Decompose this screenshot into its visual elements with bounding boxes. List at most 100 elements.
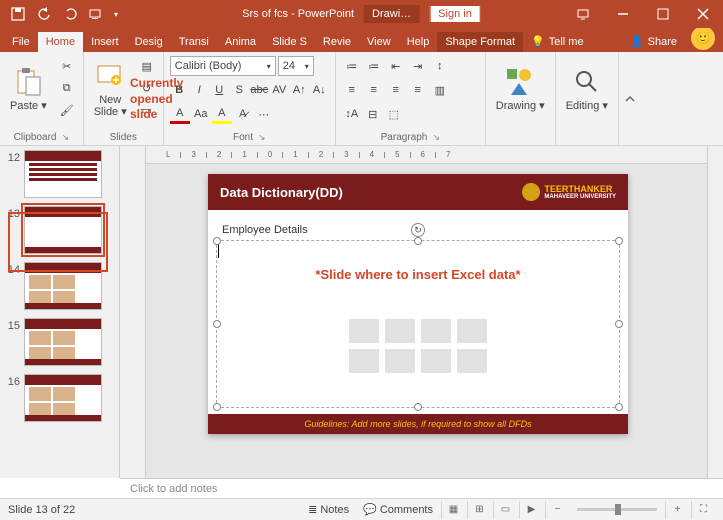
slide-thumb-12[interactable]: [24, 150, 102, 198]
tab-file[interactable]: File: [4, 32, 38, 52]
start-from-beginning-icon[interactable]: [84, 3, 108, 25]
resize-handle[interactable]: [615, 320, 623, 328]
font-size-selector[interactable]: 24▾: [278, 56, 314, 76]
slide-thumb-15[interactable]: [24, 318, 102, 366]
fit-to-window-icon[interactable]: ⛶: [691, 501, 715, 519]
align-text-button[interactable]: ⊟: [363, 104, 383, 124]
font-launcher-icon[interactable]: ↘: [258, 132, 266, 143]
qat-dropdown-icon[interactable]: ▾: [110, 3, 122, 25]
slide-thumb-16[interactable]: [24, 374, 102, 422]
drawing-button[interactable]: Drawing ▾: [492, 56, 549, 122]
line-spacing-button[interactable]: ↕: [430, 56, 450, 76]
insert-table-icon[interactable]: [349, 319, 379, 343]
zoom-out-button[interactable]: −: [545, 501, 569, 519]
feedback-smiley-icon[interactable]: 🙂: [691, 26, 715, 50]
maximize-icon[interactable]: [643, 0, 683, 28]
normal-view-icon[interactable]: ▦: [441, 501, 465, 519]
sign-in-button[interactable]: Sign in: [429, 5, 481, 23]
tab-animations[interactable]: Anima: [217, 32, 264, 52]
tab-view[interactable]: View: [359, 32, 399, 52]
resize-handle[interactable]: [213, 320, 221, 328]
collapse-ribbon-icon[interactable]: [618, 52, 642, 145]
insert-video-icon[interactable]: [421, 349, 451, 373]
columns-button[interactable]: ▥: [430, 80, 450, 100]
editing-button[interactable]: Editing ▾: [562, 56, 612, 122]
insert-picture-icon[interactable]: [349, 349, 379, 373]
slide-thumb-13[interactable]: [24, 206, 102, 254]
insert-3d-icon[interactable]: [457, 319, 487, 343]
zoom-slider-thumb[interactable]: [615, 504, 621, 515]
slide-thumb-14[interactable]: [24, 262, 102, 310]
reading-view-icon[interactable]: ▭: [493, 501, 517, 519]
paste-button[interactable]: Paste ▾: [6, 56, 51, 122]
increase-indent-button[interactable]: ⇥: [408, 56, 428, 76]
minimize-icon[interactable]: [603, 0, 643, 28]
vertical-scrollbar[interactable]: [707, 146, 723, 478]
clipboard-launcher-icon[interactable]: ↘: [61, 132, 69, 143]
horizontal-ruler[interactable]: L 32101234567: [146, 146, 707, 164]
insert-smartart-icon[interactable]: [421, 319, 451, 343]
resize-handle[interactable]: [414, 403, 422, 411]
tab-slideshow[interactable]: Slide S: [264, 32, 315, 52]
spacing-button[interactable]: AV: [270, 80, 289, 100]
ribbon-options-icon[interactable]: [563, 0, 603, 28]
sorter-view-icon[interactable]: ⊞: [467, 501, 491, 519]
notes-pane[interactable]: Click to add notes: [120, 478, 723, 498]
content-type-icons[interactable]: [349, 319, 487, 373]
undo-icon[interactable]: [32, 3, 56, 25]
format-painter-icon[interactable]: 🖌: [57, 100, 77, 120]
tab-review[interactable]: Revie: [315, 32, 359, 52]
drawing-tools-label[interactable]: Drawi…: [364, 5, 419, 23]
resize-handle[interactable]: [615, 237, 623, 245]
zoom-in-button[interactable]: +: [665, 501, 689, 519]
tab-home[interactable]: Home: [38, 32, 83, 52]
comments-toggle[interactable]: 💬 Comments: [357, 501, 439, 518]
underline-button[interactable]: U: [210, 80, 229, 100]
new-slide-button[interactable]: New Slide ▾: [90, 56, 131, 122]
vertical-ruler[interactable]: [120, 146, 146, 478]
save-icon[interactable]: [6, 3, 30, 25]
resize-handle[interactable]: [615, 403, 623, 411]
italic-button[interactable]: I: [190, 80, 209, 100]
change-case-button[interactable]: Aa: [191, 104, 211, 124]
layout-icon[interactable]: ▤: [137, 56, 157, 76]
align-left-button[interactable]: ≡: [342, 80, 362, 100]
slide-body[interactable]: Employee Details ↻ *Slide where to inser…: [208, 210, 628, 414]
tab-shape-format[interactable]: Shape Format: [437, 32, 523, 52]
slideshow-view-icon[interactable]: ▶: [519, 501, 543, 519]
decrease-font-icon[interactable]: A↓: [310, 80, 329, 100]
decrease-indent-button[interactable]: ⇤: [386, 56, 406, 76]
current-slide[interactable]: Data Dictionary(DD) TEERTHANKER MAHAVEER…: [208, 174, 628, 434]
increase-font-icon[interactable]: A↑: [290, 80, 309, 100]
align-right-button[interactable]: ≡: [386, 80, 406, 100]
share-button[interactable]: 👤 Share: [620, 31, 687, 52]
notes-toggle[interactable]: ≣ Notes: [302, 501, 355, 518]
close-icon[interactable]: [683, 0, 723, 28]
clear-format-button[interactable]: A̷: [233, 104, 253, 124]
rotate-handle-icon[interactable]: ↻: [411, 223, 425, 237]
tab-design[interactable]: Desig: [127, 32, 171, 52]
tab-help[interactable]: Help: [399, 32, 438, 52]
highlight-button[interactable]: A: [212, 104, 232, 124]
slide-counter[interactable]: Slide 13 of 22: [8, 504, 75, 516]
resize-handle[interactable]: [213, 237, 221, 245]
justify-button[interactable]: ≡: [408, 80, 428, 100]
resize-handle[interactable]: [213, 403, 221, 411]
tab-insert[interactable]: Insert: [83, 32, 127, 52]
insert-online-picture-icon[interactable]: [385, 349, 415, 373]
tell-me[interactable]: 💡 Tell me: [523, 31, 592, 52]
slide-thumbnails-panel[interactable]: 12 13 14 15: [0, 146, 120, 478]
numbering-button[interactable]: ≔: [364, 56, 384, 76]
slide-canvas[interactable]: Data Dictionary(DD) TEERTHANKER MAHAVEER…: [146, 164, 707, 478]
redo-icon[interactable]: [58, 3, 82, 25]
zoom-slider[interactable]: [577, 508, 657, 511]
copy-icon[interactable]: ⧉: [57, 78, 77, 98]
text-direction-button[interactable]: ↕A: [342, 104, 362, 124]
font-name-selector[interactable]: Calibri (Body)▾: [170, 56, 276, 76]
strikethrough-button[interactable]: abc: [250, 80, 269, 100]
resize-handle[interactable]: [414, 237, 422, 245]
shadow-button[interactable]: S: [230, 80, 249, 100]
cut-icon[interactable]: ✂: [57, 56, 77, 76]
insert-chart-icon[interactable]: [385, 319, 415, 343]
bullets-button[interactable]: ≔: [342, 56, 362, 76]
